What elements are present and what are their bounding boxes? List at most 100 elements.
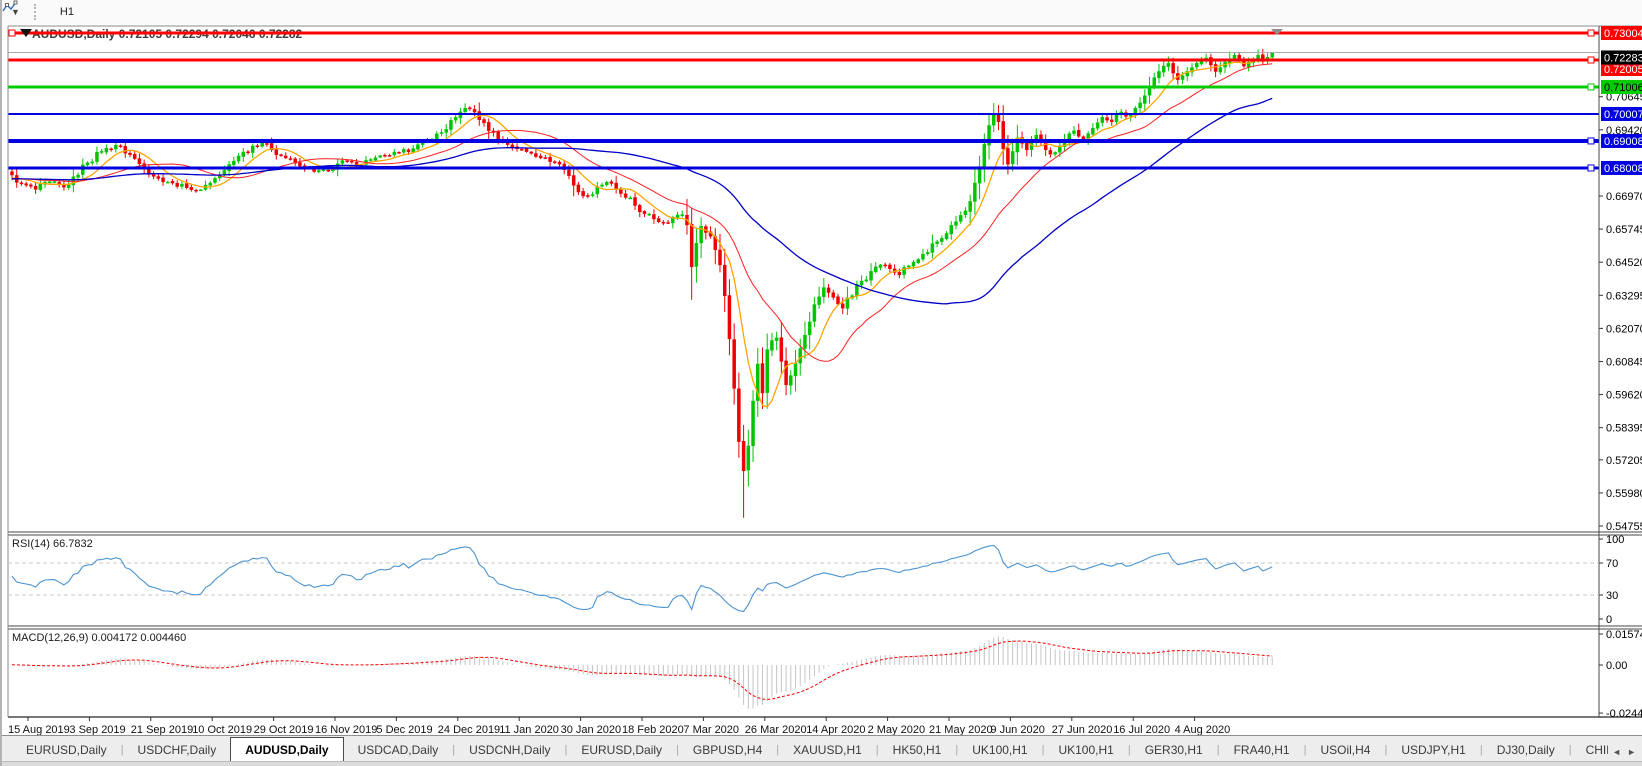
hline-handle[interactable] bbox=[1588, 165, 1594, 171]
candle-body bbox=[719, 250, 722, 265]
candle-body bbox=[624, 194, 627, 197]
price-chart-svg[interactable]: 0.706450.694200.669700.657450.645200.632… bbox=[2, 24, 1642, 736]
candle-body bbox=[907, 266, 910, 267]
candle-body bbox=[742, 441, 745, 471]
price-level-label: 0.68008 bbox=[1604, 163, 1642, 175]
status-bar bbox=[2, 761, 1642, 766]
tab-uk100-h1[interactable]: UK100,H1 bbox=[1044, 739, 1127, 762]
candle-body bbox=[1115, 115, 1118, 122]
candle-body bbox=[138, 159, 141, 164]
candle-body bbox=[402, 149, 405, 152]
hline-handle[interactable] bbox=[9, 30, 15, 36]
rsi-line bbox=[12, 546, 1272, 612]
rsi-tick-label: 0 bbox=[1606, 614, 1612, 626]
candle-body bbox=[487, 122, 490, 130]
price-tick-label: 0.60845 bbox=[1606, 356, 1642, 368]
tab-dj30-daily[interactable]: DJ30,Daily bbox=[1483, 739, 1569, 762]
candle-body bbox=[129, 153, 132, 154]
chart-area[interactable]: AUDUSD,Daily 0.72105 0.72294 0.72046 0.7… bbox=[2, 24, 1642, 736]
price-level-label: 0.72005 bbox=[1604, 64, 1642, 76]
tab-gbpusd-h4[interactable]: GBPUSD,H4 bbox=[679, 739, 776, 762]
price-tick-label: 0.62070 bbox=[1606, 323, 1642, 335]
hline-handle[interactable] bbox=[1588, 138, 1594, 144]
candle-body bbox=[1054, 153, 1057, 155]
candle-body bbox=[232, 161, 235, 165]
candle-body bbox=[1110, 120, 1113, 122]
candle-body bbox=[114, 145, 117, 149]
tab-eurusd-daily[interactable]: EURUSD,Daily bbox=[567, 739, 676, 762]
ma-8-line bbox=[12, 59, 1272, 407]
candle-body bbox=[1106, 118, 1109, 120]
tab-scroll-left-icon[interactable]: ◄ bbox=[1612, 747, 1621, 757]
candle-body bbox=[610, 182, 613, 184]
candle-body bbox=[898, 272, 901, 275]
candle-body bbox=[1157, 71, 1160, 77]
candle-body bbox=[374, 158, 377, 161]
candle-body bbox=[940, 238, 943, 241]
timeframe-toolbar: ▼ M1M5M15M30H1H4D1W1MN bbox=[2, 0, 1642, 25]
candle-body bbox=[440, 133, 443, 134]
candle-body bbox=[162, 178, 165, 182]
timeframe-button-h1[interactable]: H1 bbox=[51, 2, 90, 23]
tab-usdcad-daily[interactable]: USDCAD,Daily bbox=[344, 739, 453, 762]
candle-body bbox=[884, 265, 887, 266]
candle-body bbox=[20, 183, 23, 184]
candle-body bbox=[346, 161, 349, 162]
candle-body bbox=[327, 170, 330, 171]
candle-body bbox=[322, 170, 325, 171]
candle-body bbox=[166, 182, 169, 183]
candle-body bbox=[468, 108, 471, 109]
candle-body bbox=[945, 234, 948, 239]
candle-body bbox=[969, 201, 972, 211]
candle-body bbox=[29, 185, 32, 186]
candle-body bbox=[1214, 64, 1217, 71]
candle-body bbox=[195, 190, 198, 191]
candle-body bbox=[634, 197, 637, 205]
tab-eurusd-daily[interactable]: EURUSD,Daily bbox=[12, 739, 121, 762]
candle-body bbox=[534, 154, 537, 157]
candle-body bbox=[11, 172, 14, 175]
candle-body bbox=[936, 242, 939, 244]
tab-china300-h1[interactable]: CHINA300,H1 bbox=[1572, 739, 1609, 762]
rsi-tick-label: 100 bbox=[1606, 534, 1624, 546]
tab-xauusd-h1[interactable]: XAUUSD,H1 bbox=[779, 739, 876, 762]
candle-body bbox=[912, 262, 915, 266]
tab-ger30-h1[interactable]: GER30,H1 bbox=[1131, 739, 1217, 762]
candle-body bbox=[1257, 55, 1260, 58]
tab-uk100-h1[interactable]: UK100,H1 bbox=[958, 739, 1041, 762]
candle-body bbox=[1044, 142, 1047, 150]
price-tick-label: 0.55980 bbox=[1606, 488, 1642, 500]
candle-body bbox=[931, 244, 934, 253]
candle-body bbox=[209, 183, 212, 185]
macd-tick-label: -0.024412 bbox=[1606, 708, 1642, 720]
tab-usdcnh-daily[interactable]: USDCNH,Daily bbox=[455, 739, 564, 762]
candle-body bbox=[511, 145, 514, 147]
candle-body bbox=[1195, 63, 1198, 67]
hline-handle[interactable] bbox=[1588, 57, 1594, 63]
candle-body bbox=[48, 182, 51, 183]
hline-handle[interactable] bbox=[1588, 84, 1594, 90]
hline-handle[interactable] bbox=[1588, 30, 1594, 36]
candle-body bbox=[874, 267, 877, 272]
tab-hk50-h1[interactable]: HK50,H1 bbox=[879, 739, 956, 762]
candle-body bbox=[586, 196, 589, 197]
candle-body bbox=[520, 149, 523, 150]
ma-55-line bbox=[12, 98, 1272, 303]
candle-body bbox=[780, 338, 783, 362]
tab-audusd-daily[interactable]: AUDUSD,Daily bbox=[230, 737, 343, 762]
tab-usdjpy-h1[interactable]: USDJPY,H1 bbox=[1387, 739, 1479, 762]
candle-body bbox=[152, 175, 155, 177]
tab-usdchf-daily[interactable]: USDCHF,Daily bbox=[124, 739, 231, 762]
line-studies-icon[interactable]: ▼ bbox=[4, 5, 24, 19]
tab-scroll-right-icon[interactable]: ► bbox=[1627, 747, 1636, 757]
candle-body bbox=[1025, 143, 1028, 150]
candle-body bbox=[652, 214, 655, 218]
macd-signal-line bbox=[12, 641, 1272, 699]
candle-body bbox=[190, 187, 193, 189]
tab-fra40-h1[interactable]: FRA40,H1 bbox=[1220, 739, 1304, 762]
candle-body bbox=[1006, 148, 1009, 164]
current-price-label: 0.72283 bbox=[1604, 52, 1642, 64]
candle-body bbox=[841, 304, 844, 308]
tab-usoil-h4[interactable]: USOil,H4 bbox=[1306, 739, 1384, 762]
candle-body bbox=[955, 222, 958, 226]
